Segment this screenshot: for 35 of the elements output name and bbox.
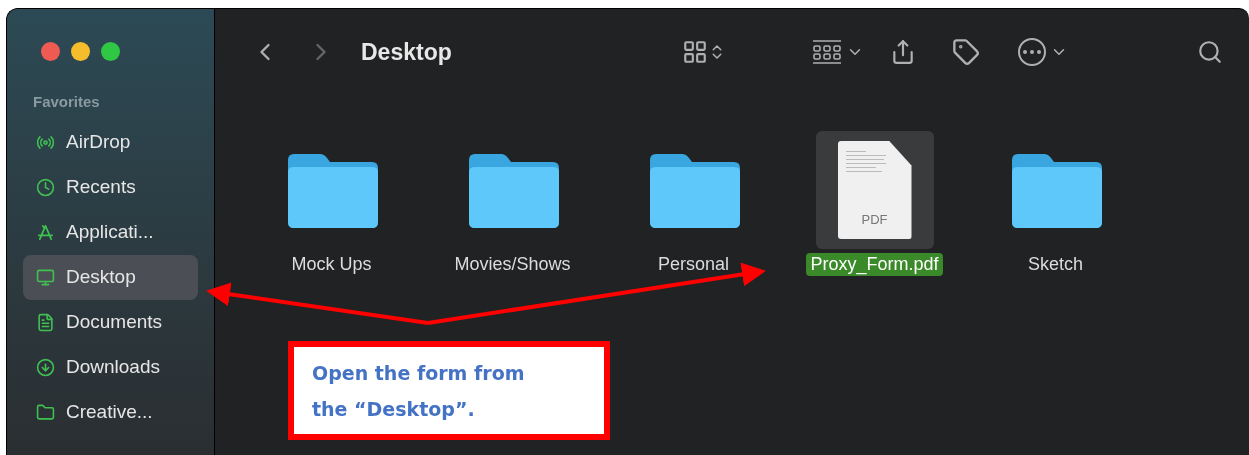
sidebar-item[interactable]: Documents xyxy=(23,299,198,345)
sidebar-item[interactable]: Desktop xyxy=(23,254,198,300)
file-name: Movies/Shows xyxy=(453,253,572,276)
document-icon xyxy=(36,312,55,332)
sidebar-item[interactable]: Creative... xyxy=(23,389,198,435)
callout-text: the “Desktop”. xyxy=(312,396,476,422)
app-store-icon xyxy=(36,222,55,242)
file-name: Sketch xyxy=(1027,253,1084,276)
group-button[interactable] xyxy=(811,38,842,66)
pdf-label: PDF xyxy=(861,210,888,229)
file-name: Mock Ups xyxy=(290,253,373,276)
desktop-icon xyxy=(36,267,55,287)
file-name: Proxy_Form.pdf xyxy=(806,253,943,276)
file-item[interactable]: Personal xyxy=(613,131,774,276)
file-item[interactable]: Mock Ups xyxy=(251,131,412,276)
search-button[interactable] xyxy=(1197,39,1223,65)
file-name: Personal xyxy=(656,253,730,276)
close-button[interactable] xyxy=(41,42,60,61)
icon-view-button[interactable] xyxy=(681,39,708,65)
zoom-button[interactable] xyxy=(101,42,120,61)
sidebar-item[interactable]: Downloads xyxy=(23,344,198,390)
download-icon xyxy=(36,357,55,377)
tag-button[interactable] xyxy=(951,38,980,66)
section-heading: Favorites xyxy=(33,92,101,112)
sidebar-item[interactable]: Recents xyxy=(23,164,198,210)
callout-text: Open the form from xyxy=(312,360,526,386)
sidebar-item[interactable]: AirDrop xyxy=(23,119,198,165)
file-item[interactable]: Movies/Shows xyxy=(432,131,593,276)
window-title: Desktop xyxy=(361,37,452,67)
folder-icon xyxy=(36,402,55,422)
sidebar-item[interactable]: Applicati... xyxy=(23,209,198,255)
file-item[interactable]: Sketch xyxy=(975,131,1136,276)
more-button[interactable] xyxy=(1017,38,1046,66)
clock-icon xyxy=(36,177,55,197)
minimize-button[interactable] xyxy=(71,42,90,61)
